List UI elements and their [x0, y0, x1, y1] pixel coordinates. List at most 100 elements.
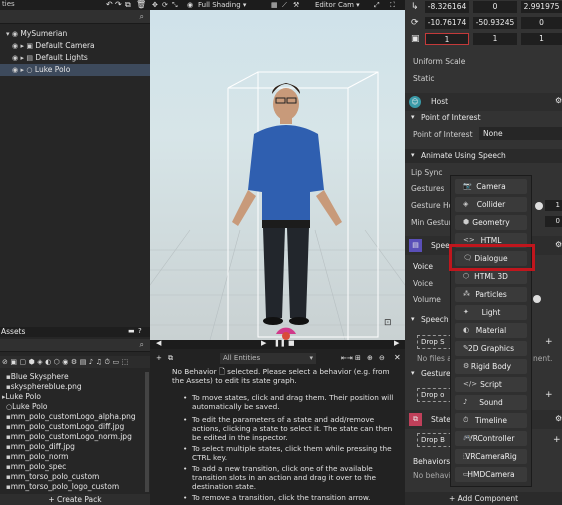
- redo-icon[interactable]: ↷: [115, 0, 122, 9]
- scale-tool-icon[interactable]: ⤡: [172, 0, 178, 10]
- animate-speech-section[interactable]: ▾ Animate Using Speech: [405, 149, 562, 163]
- menu-item-html3d[interactable]: ⬡ HTML 3D: [455, 269, 527, 284]
- wrench-icon[interactable]: ⚒: [293, 0, 299, 10]
- duplicate-icon[interactable]: ⧉: [168, 354, 173, 363]
- delete-icon[interactable]: 🗑: [136, 0, 146, 9]
- menu-item-sound[interactable]: ♪ Sound: [455, 395, 527, 410]
- asset-row[interactable]: ▪mm_polo_customLogo_diff.jpg: [0, 422, 146, 432]
- menu-item-rigid-body[interactable]: ⚙ Rigid Body: [455, 359, 527, 374]
- add-icon[interactable]: +: [545, 337, 553, 347]
- play-icon[interactable]: ▶: [261, 339, 266, 347]
- tree-row-default-camera[interactable]: ◉ ▸ ▣ Default Camera: [0, 40, 150, 52]
- entity-filter-dropdown[interactable]: All Entities ▾: [220, 353, 316, 364]
- expand-icon[interactable]: ▾: [6, 28, 10, 40]
- gear-icon[interactable]: ⚙: [555, 414, 562, 423]
- assets-scrollbar[interactable]: [145, 372, 149, 492]
- tree-row-mysumerian[interactable]: ▾ ◉ MySumerian: [0, 28, 150, 40]
- zoom-in-icon[interactable]: ⊕: [367, 354, 373, 362]
- asset-row[interactable]: ▪mm_polo_spec: [0, 462, 146, 472]
- rotation-z-field[interactable]: 0: [521, 17, 562, 29]
- translation-y-field[interactable]: 0: [473, 1, 517, 13]
- fit-icon[interactable]: ⇤⇥: [341, 354, 353, 362]
- menu-item-collider[interactable]: ◈ Collider: [455, 197, 527, 212]
- stop-icon[interactable]: ■: [288, 339, 295, 347]
- close-icon[interactable]: ✕: [394, 353, 401, 362]
- gesture-hold-slider-thumb[interactable]: [535, 202, 543, 210]
- scale-y-field[interactable]: 1: [473, 33, 517, 45]
- hierarchy-tree: ▾ ◉ MySumerian ◉ ▸ ▣ Default Camera ◉ ▸ …: [0, 28, 150, 76]
- viewport[interactable]: ⊡: [150, 0, 405, 340]
- asset-filter-icons[interactable]: ⊘▣▢⬢◈◐⬡◉⚙▤♪♫⏱▭⬚: [0, 356, 150, 368]
- asset-row[interactable]: ▪mm_polo_diff.jpg: [0, 442, 146, 452]
- asset-row[interactable]: ▪mm_torso_polo_custom: [0, 472, 146, 482]
- tree-row-luke-polo[interactable]: ◉ ▸ ○ Luke Polo: [0, 64, 150, 76]
- wand-icon[interactable]: ⟋: [282, 0, 287, 10]
- menu-item-hmdcamera[interactable]: ▭ HMDCamera: [455, 467, 527, 482]
- add-icon[interactable]: +: [545, 390, 553, 400]
- panel-toggle-icon[interactable]: ▶: [394, 339, 399, 347]
- expand-icon[interactable]: ▸: [21, 64, 25, 76]
- asset-row[interactable]: ▪Blue Skysphere: [0, 372, 146, 382]
- menu-item-script[interactable]: </> Script: [455, 377, 527, 392]
- rotation-x-field[interactable]: -10.76174: [425, 17, 469, 29]
- eye-icon[interactable]: ◉: [12, 52, 18, 64]
- asset-row[interactable]: ▪mm_torso_polo_logo_custom: [0, 482, 146, 492]
- eye-icon[interactable]: ◉: [12, 28, 18, 40]
- volume-slider-thumb[interactable]: [533, 295, 541, 303]
- asset-row[interactable]: ▪mm_polo_customLogo_norm.jpg: [0, 432, 146, 442]
- menu-item-vrcontroller[interactable]: 🎮 VRController: [455, 431, 527, 446]
- translation-x-field[interactable]: -8.326164: [425, 1, 469, 13]
- menu-item-particles[interactable]: ⁂ Particles: [455, 287, 527, 302]
- hierarchy-search[interactable]: ⌕: [0, 10, 150, 24]
- menu-item-vrcamerarig[interactable]: ⬚ VRCameraRig: [455, 449, 527, 464]
- collapse-icon[interactable]: ◀: [156, 339, 161, 347]
- maximize-icon[interactable]: ⛶: [390, 0, 395, 10]
- rotate-tool-icon[interactable]: ⟳: [162, 0, 168, 10]
- add-icon[interactable]: +: [156, 354, 162, 362]
- translation-z-field[interactable]: 2.991975: [521, 1, 562, 13]
- scale-x-field[interactable]: 1: [425, 33, 469, 45]
- tree-row-default-lights[interactable]: ◉ ▸ ▤ Default Lights: [0, 52, 150, 64]
- asset-row[interactable]: ▪skysphereblue.png: [0, 382, 146, 392]
- eye-icon[interactable]: ◉: [12, 64, 18, 76]
- shading-icon[interactable]: ◉: [187, 0, 193, 10]
- pause-icon[interactable]: ❚❚: [274, 339, 286, 347]
- create-pack-button[interactable]: + Create Pack: [0, 494, 150, 505]
- menu-item-2d-graphics[interactable]: ✎ 2D Graphics: [455, 341, 527, 356]
- asset-row[interactable]: ○Luke Polo: [0, 402, 146, 412]
- rotation-y-field[interactable]: -50.93245: [473, 17, 517, 29]
- scale-z-field[interactable]: 1: [521, 33, 562, 45]
- gear-icon[interactable]: ⚙: [555, 96, 562, 105]
- help-icon[interactable]: ?: [138, 327, 142, 335]
- shading-dropdown[interactable]: Full Shading ▾: [198, 0, 246, 10]
- menu-item-light[interactable]: ✦ Light: [455, 305, 527, 320]
- poi-dropdown[interactable]: None: [479, 127, 562, 140]
- assets-search[interactable]: ⌕: [0, 339, 150, 352]
- move-tool-icon[interactable]: ✥: [152, 0, 158, 10]
- menu-item-timeline[interactable]: ⏱ Timeline: [455, 413, 527, 428]
- eye-icon[interactable]: ◉: [12, 40, 18, 52]
- gesture-hold-field[interactable]: 1: [545, 200, 562, 211]
- camera-dropdown[interactable]: Editor Cam ▾: [315, 0, 360, 10]
- add-icon[interactable]: +: [553, 435, 561, 445]
- host-component-header[interactable]: ☺ Host ⚙: [405, 93, 562, 111]
- expand-icon[interactable]: ▸: [21, 40, 25, 52]
- center-icon[interactable]: ⊞: [355, 354, 361, 362]
- menu-item-camera[interactable]: 📷 Camera: [455, 179, 527, 194]
- undo-icon[interactable]: ↶: [106, 0, 113, 9]
- add-component-button[interactable]: + Add Component: [405, 492, 562, 505]
- expand-icon[interactable]: ▸: [21, 52, 25, 64]
- folder-icon[interactable]: ▬: [128, 327, 135, 335]
- grid-icon[interactable]: ▦: [271, 0, 278, 10]
- asset-row[interactable]: ▸Luke Polo: [0, 392, 146, 402]
- menu-item-geometry[interactable]: ⬢ Geometry: [455, 215, 527, 230]
- gear-icon[interactable]: ⚙: [555, 240, 562, 249]
- copy-icon[interactable]: ⧉: [125, 0, 131, 10]
- asset-row[interactable]: ▪mm_polo_norm: [0, 452, 146, 462]
- vr-icon[interactable]: ⊡: [384, 318, 392, 328]
- zoom-out-icon[interactable]: ⊖: [379, 354, 385, 362]
- asset-row[interactable]: ▪mm_polo_customLogo_alpha.png: [0, 412, 146, 422]
- expand-icon[interactable]: ⤢: [374, 0, 380, 10]
- min-gesture-field[interactable]: 0: [545, 216, 562, 227]
- menu-item-material[interactable]: ◐ Material: [455, 323, 527, 338]
